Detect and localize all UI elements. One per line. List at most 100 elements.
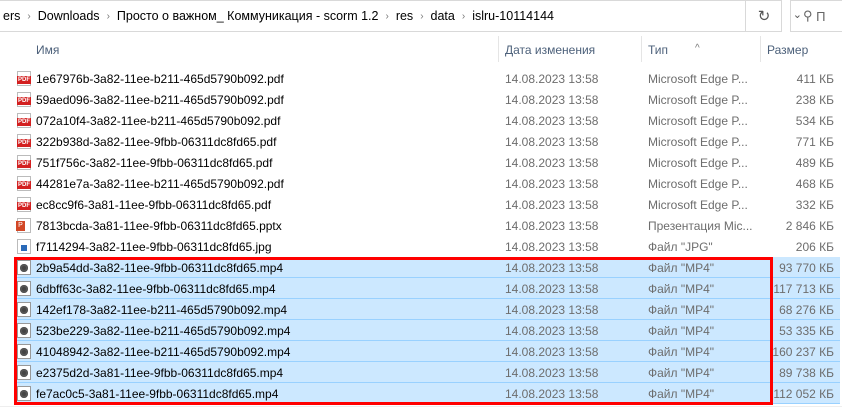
file-row[interactable]: 072a10f4-3a82-11ee-b211-465d5790b092.pdf… [0, 110, 842, 131]
file-type: Файл "JPG" [648, 240, 713, 254]
ppt-file-icon [16, 218, 31, 233]
file-date: 14.08.2023 13:58 [505, 240, 599, 254]
file-type: Microsoft Edge P... [648, 114, 748, 128]
file-size: 238 КБ [795, 93, 834, 107]
file-row[interactable]: e2375d2d-3a81-11ee-9fbb-06311dc8fd65.mp4… [14, 362, 840, 383]
file-size: 534 КБ [795, 114, 834, 128]
file-date: 14.08.2023 13:58 [505, 261, 599, 275]
file-size: 117 713 КБ [773, 282, 834, 296]
breadcrumb-item[interactable]: Просто о важном_ Коммуникация - scorm 1.… [114, 9, 382, 23]
file-type: Microsoft Edge P... [648, 156, 748, 170]
file-row[interactable]: 44281e7a-3a82-11ee-b211-465d5790b092.pdf… [0, 173, 842, 194]
file-row[interactable]: 2b9a54dd-3a82-11ee-9fbb-06311dc8fd65.mp4… [14, 257, 840, 278]
file-name: 072a10f4-3a82-11ee-b211-465d5790b092.pdf [36, 114, 281, 128]
file-name: 142ef178-3a82-11ee-b211-465d5790b092.mp4 [36, 303, 288, 317]
column-header-size[interactable]: Размер [767, 43, 808, 57]
file-size: 489 КБ [795, 156, 834, 170]
file-row[interactable]: 523be229-3a82-11ee-b211-465d5790b092.mp4… [14, 320, 840, 341]
file-type: Файл "MP4" [648, 345, 715, 359]
file-row[interactable]: 751f756c-3a82-11ee-9fbb-06311dc8fd65.pdf… [0, 152, 842, 173]
breadcrumb-item[interactable]: islru-10114144 [469, 9, 557, 23]
breadcrumb-item[interactable]: data [428, 9, 458, 23]
file-size: 89 738 КБ [779, 366, 834, 380]
mp4-file-icon [17, 281, 31, 296]
file-row[interactable]: 6dbff63c-3a82-11ee-9fbb-06311dc8fd65.mp4… [14, 278, 840, 299]
file-name: 523be229-3a82-11ee-b211-465d5790b092.mp4 [36, 324, 291, 338]
search-input[interactable]: ⚲ П [790, 0, 842, 32]
file-size: 160 237 КБ [772, 345, 834, 359]
file-row[interactable]: f7114294-3a82-11ee-9fbb-06311dc8fd65.jpg… [0, 236, 842, 257]
file-size: 206 КБ [795, 240, 834, 254]
file-size: 332 КБ [795, 198, 834, 212]
file-type: Презентация Mic... [648, 219, 753, 233]
file-name: e2375d2d-3a81-11ee-9fbb-06311dc8fd65.mp4 [36, 366, 284, 380]
file-name: 44281e7a-3a82-11ee-b211-465d5790b092.pdf [36, 177, 284, 191]
file-size: 468 КБ [795, 177, 834, 191]
file-name: fe7ac0c5-3a81-11ee-9fbb-06311dc8fd65.mp4 [36, 387, 279, 401]
file-date: 14.08.2023 13:58 [505, 219, 599, 233]
column-header-date[interactable]: Дата изменения [505, 43, 595, 57]
breadcrumb-item[interactable]: Downloads [35, 9, 103, 23]
file-row[interactable]: fe7ac0c5-3a81-11ee-9fbb-06311dc8fd65.mp4… [14, 383, 840, 404]
file-type: Файл "MP4" [648, 282, 715, 296]
file-date: 14.08.2023 13:58 [505, 93, 599, 107]
file-name: 751f756c-3a82-11ee-9fbb-06311dc8fd65.pdf [36, 156, 273, 170]
file-name: 2b9a54dd-3a82-11ee-9fbb-06311dc8fd65.mp4 [36, 261, 284, 275]
breadcrumb-separator-icon[interactable]: › [103, 11, 114, 22]
file-name: f7114294-3a82-11ee-9fbb-06311dc8fd65.jpg [36, 240, 272, 254]
file-date: 14.08.2023 13:58 [505, 387, 599, 401]
file-size: 771 КБ [795, 135, 834, 149]
file-date: 14.08.2023 13:58 [505, 177, 599, 191]
file-type: Microsoft Edge P... [648, 198, 748, 212]
file-size: 411 КБ [796, 72, 834, 86]
file-name: 1e67976b-3a82-11ee-b211-465d5790b092.pdf [36, 72, 284, 86]
pdf-file-icon [17, 155, 31, 170]
breadcrumb-item[interactable]: ers [0, 9, 23, 23]
file-date: 14.08.2023 13:58 [505, 156, 599, 170]
file-row[interactable]: 41048942-3a82-11ee-b211-465d5790b092.mp4… [14, 341, 840, 362]
mp4-file-icon [17, 344, 31, 359]
file-date: 14.08.2023 13:58 [505, 198, 599, 212]
file-type: Файл "MP4" [648, 303, 715, 317]
file-row[interactable]: 7813bcda-3a81-11ee-9fbb-06311dc8fd65.ppt… [0, 215, 842, 236]
file-size: 53 335 КБ [779, 324, 834, 338]
pdf-file-icon [17, 134, 31, 149]
file-size: 2 846 КБ [785, 219, 834, 233]
file-row[interactable]: ec8cc9f6-3a81-11ee-9fbb-06311dc8fd65.pdf… [0, 194, 842, 215]
column-header-type[interactable]: Тип [648, 43, 668, 57]
file-list: 1e67976b-3a82-11ee-b211-465d5790b092.pdf… [0, 68, 842, 404]
file-name: 322b938d-3a82-11ee-9fbb-06311dc8fd65.pdf [36, 135, 277, 149]
file-row[interactable]: 142ef178-3a82-11ee-b211-465d5790b092.mp4… [14, 299, 840, 320]
file-size: 68 276 КБ [779, 303, 834, 317]
file-type: Файл "MP4" [648, 387, 715, 401]
file-type: Microsoft Edge P... [648, 177, 748, 191]
file-date: 14.08.2023 13:58 [505, 282, 599, 296]
file-date: 14.08.2023 13:58 [505, 135, 599, 149]
breadcrumb-separator-icon[interactable]: › [381, 11, 392, 22]
file-name: 6dbff63c-3a82-11ee-9fbb-06311dc8fd65.mp4 [36, 282, 276, 296]
breadcrumb-item[interactable]: res [393, 9, 416, 23]
file-date: 14.08.2023 13:58 [505, 366, 599, 380]
file-row[interactable]: 59aed096-3a82-11ee-b211-465d5790b092.pdf… [0, 89, 842, 110]
file-date: 14.08.2023 13:58 [505, 303, 599, 317]
refresh-icon: ↻ [757, 8, 771, 25]
address-bar[interactable]: ers › Downloads › Просто о важном_ Коммуника… [0, 0, 782, 32]
file-type: Файл "MP4" [648, 366, 715, 380]
file-date: 14.08.2023 13:58 [505, 114, 599, 128]
refresh-button[interactable]: ↻ [745, 0, 782, 32]
file-row[interactable]: 1e67976b-3a82-11ee-b211-465d5790b092.pdf… [0, 68, 842, 89]
file-row[interactable]: 322b938d-3a82-11ee-9fbb-06311dc8fd65.pdf… [0, 131, 842, 152]
pdf-file-icon [17, 71, 31, 86]
pdf-file-icon [17, 176, 31, 191]
column-header-name[interactable]: Имя [36, 43, 59, 57]
file-date: 14.08.2023 13:58 [505, 324, 599, 338]
file-type: Microsoft Edge P... [648, 72, 748, 86]
breadcrumb-separator-icon[interactable]: › [458, 11, 469, 22]
mp4-file-icon [17, 386, 31, 401]
file-size: 93 770 КБ [779, 261, 834, 275]
file-date: 14.08.2023 13:58 [505, 72, 599, 86]
search-icon: ⚲ [803, 8, 813, 23]
file-name: 7813bcda-3a81-11ee-9fbb-06311dc8fd65.ppt… [36, 219, 282, 233]
breadcrumb-separator-icon[interactable]: › [416, 11, 427, 22]
breadcrumb-separator-icon[interactable]: › [23, 11, 34, 22]
